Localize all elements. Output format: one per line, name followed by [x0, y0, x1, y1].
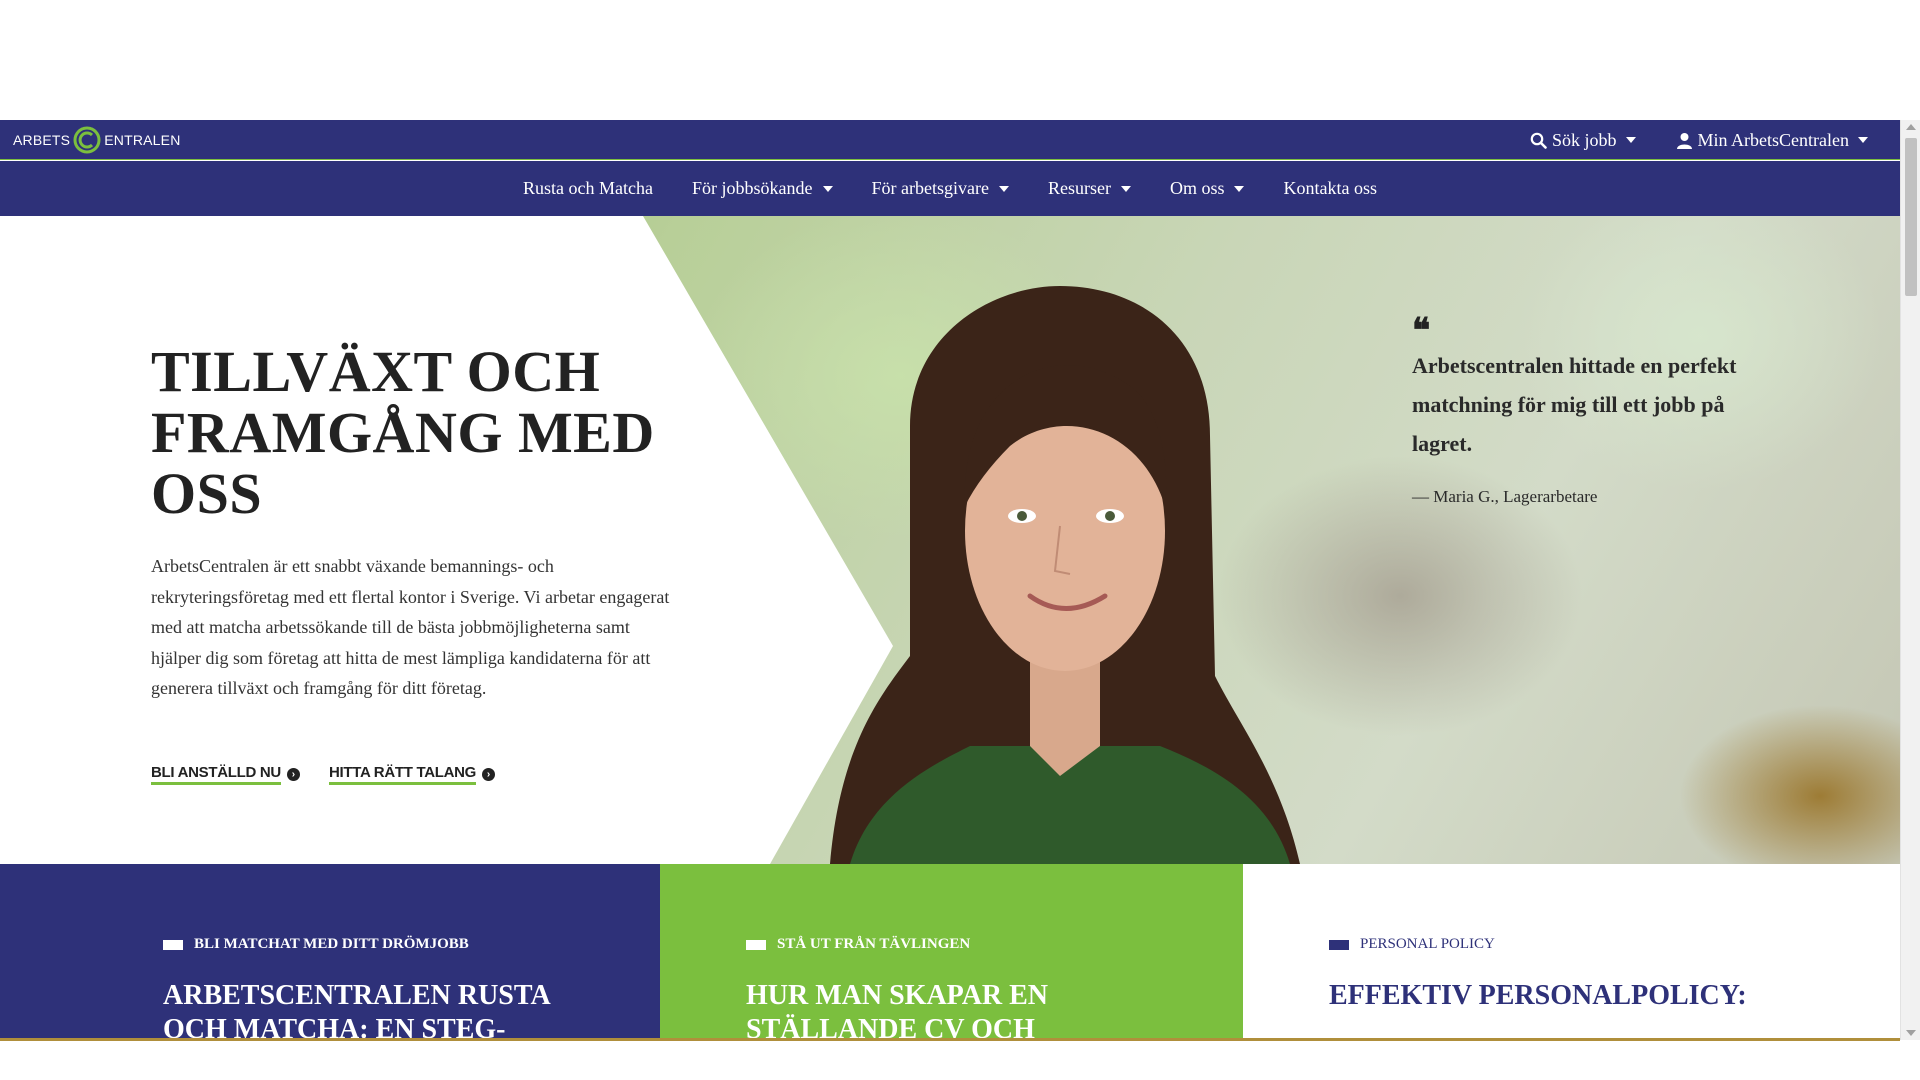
card-tag-label: PERSONAL POLICY	[1360, 936, 1495, 952]
find-talent-label: HITTA RÄTT TALANG	[328, 764, 476, 785]
tag-bar-icon	[1329, 939, 1349, 950]
nav-item-om-oss[interactable]: Om oss	[1170, 178, 1245, 199]
nav-item-label: Rusta och Matcha	[523, 178, 653, 198]
nav-item-label: Kontakta oss	[1283, 178, 1377, 198]
hero-section: TILLVÄXT OCH FRAMGÅNG MED OSS ArbetsCent…	[0, 216, 1900, 864]
chevron-down-icon	[998, 185, 1009, 192]
feature-cards: BLI MATCHAT MED DITT DRÖMJOBB ARBETSCENT…	[0, 864, 1900, 1040]
feature-card[interactable]: BLI MATCHAT MED DITT DRÖMJOBB ARBETSCENT…	[0, 864, 660, 1040]
arrow-right-circle-icon: ›	[482, 768, 496, 781]
nav-item-rusta-och-matcha[interactable]: Rusta och Matcha	[523, 178, 653, 199]
quote-author: — Maria G., Lagerarbetare	[1412, 487, 1598, 506]
card-tag-label: BLI MATCHAT MED DITT DRÖMJOBB	[194, 936, 469, 952]
nav-item-resurser[interactable]: Resurser	[1048, 178, 1131, 199]
card-tag-label: STÅ UT FRÅN TÄVLINGEN	[777, 936, 971, 952]
user-icon	[1676, 132, 1692, 149]
hero-title: TILLVÄXT OCH FRAMGÅNG MED OSS	[151, 339, 655, 526]
quote-text: Arbetscentralen hittade en perfekt match…	[1412, 353, 1737, 456]
scroll-down-arrow-icon[interactable]	[1906, 1030, 1916, 1036]
search-icon	[1530, 132, 1547, 149]
nav-item-for-arbetsgivare[interactable]: För arbetsgivare	[872, 178, 1009, 199]
page-bottom-divider	[0, 1038, 1900, 1041]
tag-bar-icon	[163, 939, 183, 950]
account-label: Min ArbetsCentralen	[1697, 129, 1849, 150]
account-dropdown[interactable]: Min ArbetsCentralen	[1676, 130, 1868, 151]
vertical-scrollbar[interactable]	[1900, 120, 1920, 1040]
top-right-menu: Sök jobb Min ArbetsCentralen	[1530, 120, 1868, 160]
card-title: EFFEKTIV PERSONALPOLICY:	[1329, 980, 1747, 1011]
hero-description: ArbetsCentralen är ett snabbt växande be…	[151, 556, 670, 698]
chevron-down-icon	[822, 185, 833, 192]
feature-card[interactable]: PERSONAL POLICY EFFEKTIV PERSONALPOLICY:	[1243, 864, 1900, 1040]
site-logo[interactable]: ARBETS ENTRALEN	[13, 124, 181, 156]
nav-item-label: Resurser	[1047, 178, 1111, 198]
chevron-down-icon	[1625, 137, 1636, 143]
woman-portrait-image	[830, 286, 1300, 864]
feature-card[interactable]: STÅ UT FRÅN TÄVLINGEN HUR MAN SKAPAR EN …	[660, 864, 1243, 1040]
arrow-right-circle-icon: ›	[286, 768, 300, 781]
logo-text-right: ENTRALEN	[104, 132, 181, 148]
chevron-down-icon	[1858, 137, 1868, 143]
top-bar: ARBETS ENTRALEN Sök jobb Min ArbetsCentr…	[0, 120, 1900, 160]
logo-text-left: ARBETS	[13, 132, 71, 148]
nav-item-label: För jobbsökande	[692, 178, 813, 198]
tag-bar-icon	[746, 939, 766, 950]
card-title: HUR MAN SKAPAR EN STÄLLANDE CV OCH	[746, 980, 1049, 1040]
search-jobs-dropdown[interactable]: Sök jobb	[1530, 130, 1636, 151]
quote-icon: ❝	[1412, 313, 1431, 350]
nav-item-label: För arbetsgivare	[871, 178, 989, 198]
hero-cta-row: BLI ANSTÄLLD NU › HITTA RÄTT TALANG ›	[151, 764, 496, 785]
get-hired-label: BLI ANSTÄLLD NU	[151, 764, 281, 785]
testimonial-quote: ❝ Arbetscentralen hittade en perfekt mat…	[1412, 313, 1772, 507]
find-talent-link[interactable]: HITTA RÄTT TALANG ›	[328, 764, 496, 785]
nav-item-kontakta-oss[interactable]: Kontakta oss	[1283, 178, 1377, 199]
scroll-up-arrow-icon[interactable]	[1906, 124, 1916, 130]
logo-c-icon	[73, 126, 101, 154]
website: ARBETS ENTRALEN Sök jobb Min ArbetsCentr…	[0, 120, 1900, 1040]
card-tag: PERSONAL POLICY	[1329, 936, 1495, 953]
browser-blank-area	[0, 0, 1920, 120]
nav-item-label: Om oss	[1169, 178, 1225, 198]
main-nav: Rusta och Matcha För jobbsökande För arb…	[0, 161, 1900, 216]
chevron-down-icon	[1120, 185, 1131, 192]
get-hired-link[interactable]: BLI ANSTÄLLD NU ›	[151, 764, 300, 785]
card-tag: STÅ UT FRÅN TÄVLINGEN	[746, 936, 970, 953]
card-title: ARBETSCENTRALEN RUSTA OCH MATCHA: EN STE…	[163, 980, 550, 1040]
card-tag: BLI MATCHAT MED DITT DRÖMJOBB	[163, 936, 469, 953]
chevron-down-icon	[1234, 185, 1245, 192]
search-jobs-label: Sök jobb	[1552, 129, 1617, 150]
scrollbar-thumb[interactable]	[1905, 138, 1917, 296]
nav-item-for-jobbsokande[interactable]: För jobbsökande	[692, 178, 833, 199]
